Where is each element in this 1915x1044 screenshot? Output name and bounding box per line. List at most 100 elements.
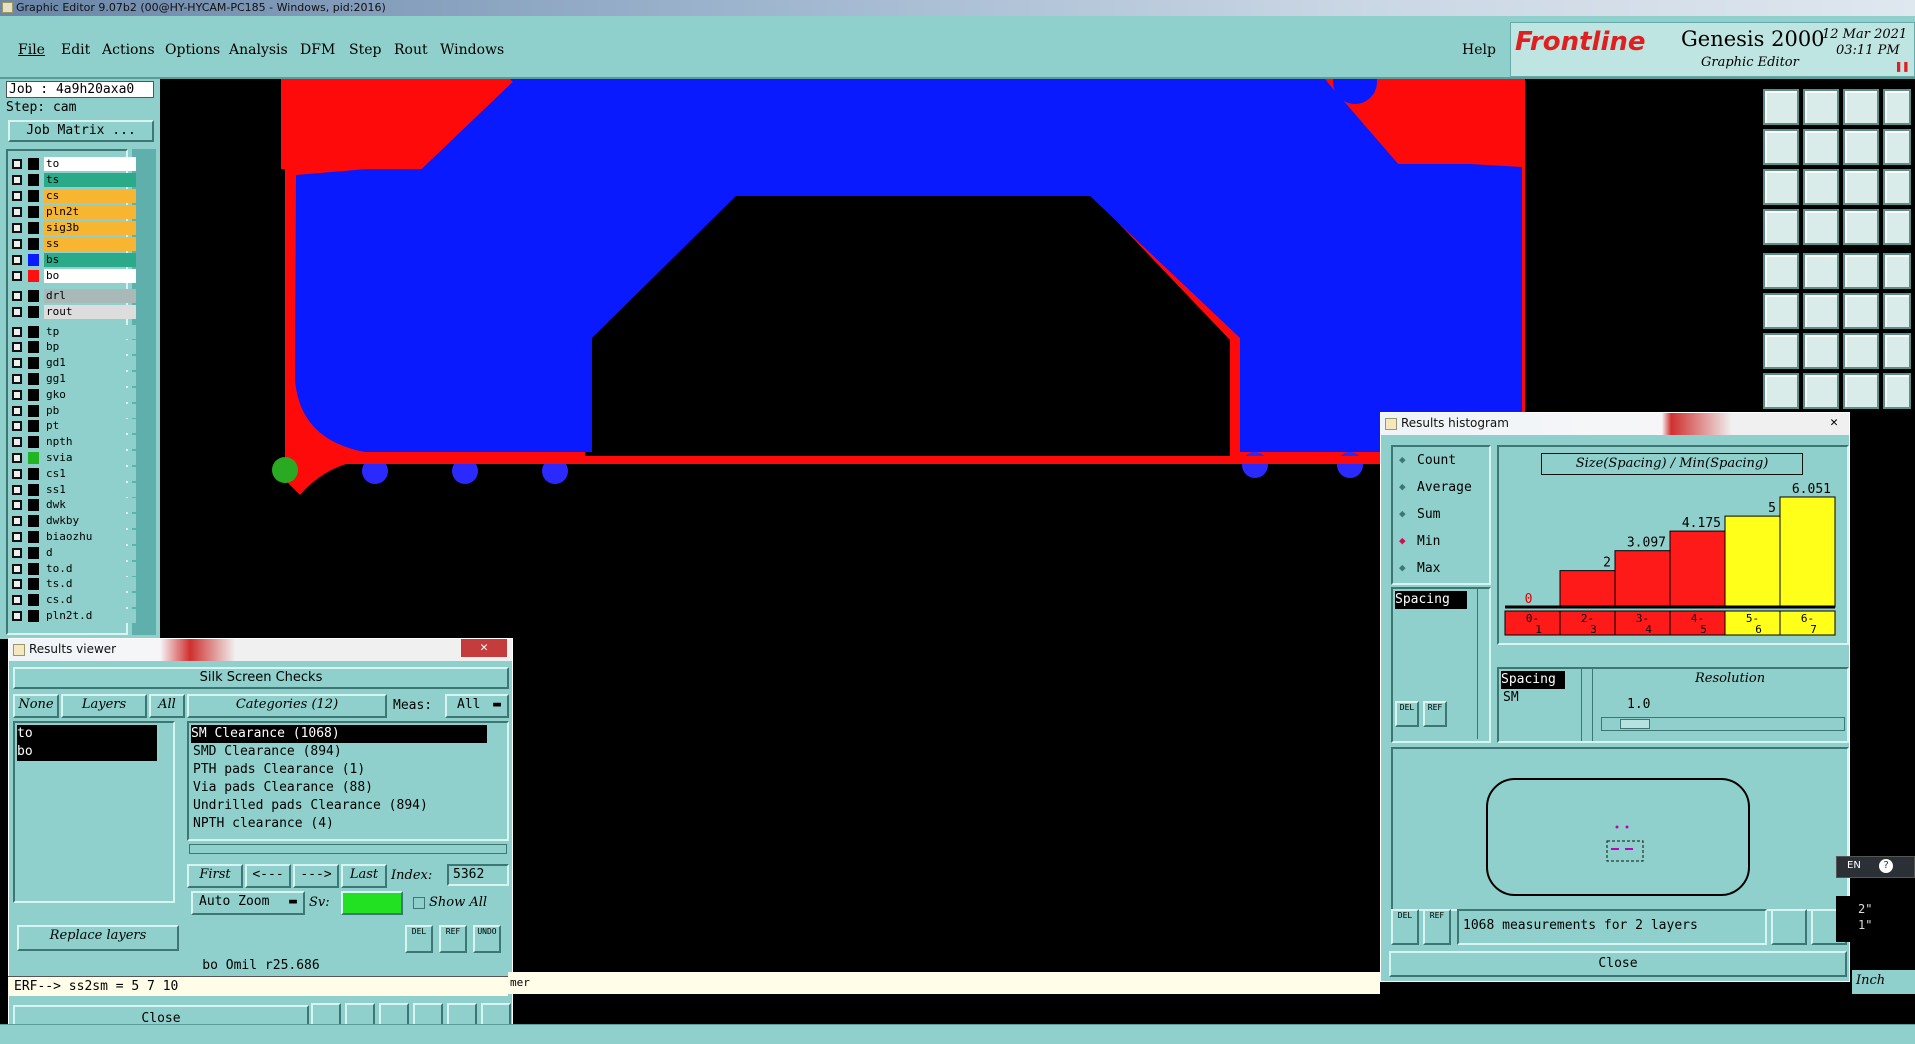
histogram-bar[interactable]: [1669, 530, 1726, 608]
categories-scrollbar[interactable]: [189, 844, 507, 854]
stat-radio-label[interactable]: Sum: [1417, 507, 1440, 522]
layer-color-swatch[interactable]: [28, 531, 39, 543]
close-icon[interactable]: ✕: [461, 639, 507, 657]
layer-row-bs[interactable]: bs: [10, 253, 136, 267]
pause-icon[interactable]: ❚❚: [1895, 59, 1909, 73]
layer-color-swatch[interactable]: [28, 341, 39, 354]
snap-icon[interactable]: [1763, 253, 1799, 289]
histogram-tool-icon[interactable]: [1771, 909, 1807, 945]
window-icon[interactable]: [1883, 89, 1911, 125]
layer-checkbox[interactable]: [12, 291, 22, 301]
next-button[interactable]: --->: [293, 864, 339, 888]
auto-zoom-dropdown[interactable]: Auto Zoom ▬: [191, 891, 305, 915]
layer-checkbox[interactable]: [12, 175, 22, 185]
layer-checkbox[interactable]: [12, 453, 22, 463]
layer-checkbox[interactable]: [12, 389, 22, 400]
category-item[interactable]: SM Clearance (1068): [191, 725, 487, 743]
layers-listbox[interactable]: to bo: [13, 721, 175, 903]
layer-color-swatch[interactable]: [28, 206, 39, 218]
layer-checkbox[interactable]: [12, 326, 22, 337]
stat-radio-icon[interactable]: ◆: [1399, 453, 1406, 466]
layer-row-ts[interactable]: ts: [10, 173, 136, 187]
layer-row-gd1[interactable]: gd1: [10, 356, 136, 371]
first-button[interactable]: First: [187, 864, 243, 888]
menu-help[interactable]: Help: [1462, 40, 1496, 60]
job-matrix-button[interactable]: Job Matrix ...: [8, 120, 154, 142]
del-button[interactable]: DEL: [1391, 909, 1419, 945]
show-all-checkbox[interactable]: [413, 897, 425, 909]
layer-list-item[interactable]: to: [17, 725, 157, 743]
layer-row-bp[interactable]: bp: [10, 340, 136, 355]
layer-color-swatch[interactable]: [28, 254, 39, 266]
layer-checkbox[interactable]: [12, 547, 22, 558]
layer-row-gko[interactable]: gko: [10, 387, 136, 402]
house-icon[interactable]: [1843, 89, 1879, 125]
menu-step[interactable]: Step: [349, 40, 381, 60]
copy-icon[interactable]: [1883, 373, 1911, 409]
layer-checkbox[interactable]: [12, 358, 22, 369]
menu-windows[interactable]: Windows: [440, 40, 504, 60]
stat-radio-icon[interactable]: ◆: [1399, 480, 1406, 493]
layer-row-dwkby[interactable]: dwkby: [10, 514, 136, 529]
stat-radio-icon[interactable]: ◆: [1399, 561, 1406, 574]
stat-radio-icon[interactable]: ◆: [1399, 507, 1406, 520]
layer-checkbox[interactable]: [12, 159, 22, 169]
pan-right-icon[interactable]: [1803, 129, 1839, 165]
bar-icon[interactable]: [1803, 373, 1839, 409]
stat-radio-label[interactable]: Min: [1417, 534, 1440, 549]
layer-color-swatch[interactable]: [28, 388, 39, 401]
menu-dfm[interactable]: DFM: [300, 40, 335, 60]
all-button[interactable]: All: [149, 694, 185, 718]
del-button[interactable]: DEL: [405, 925, 433, 953]
layer-row-pln2t-d[interactable]: pln2t.d: [10, 609, 136, 623]
selection-item[interactable]: SM: [1503, 689, 1519, 707]
layer-checkbox[interactable]: [12, 437, 22, 448]
route-icon[interactable]: [1843, 293, 1879, 329]
menu-options[interactable]: Options: [165, 40, 220, 60]
layer-checkbox[interactable]: [12, 374, 22, 384]
stat-radio-label[interactable]: Max: [1417, 561, 1440, 576]
layer-checkbox[interactable]: [12, 421, 22, 432]
line-icon[interactable]: [1843, 253, 1879, 289]
scale-icon[interactable]: [1843, 169, 1879, 205]
categories-listbox[interactable]: SM Clearance (1068) SMD Clearance (894) …: [187, 721, 509, 841]
drill-icon[interactable]: [1883, 293, 1911, 329]
layer-color-swatch[interactable]: [28, 357, 39, 370]
connect-icon[interactable]: [1763, 293, 1799, 329]
layer-checkbox[interactable]: [12, 532, 22, 542]
pad-icon[interactable]: [1883, 253, 1911, 289]
measure-icon[interactable]: [1763, 209, 1799, 245]
layer-color-swatch[interactable]: [28, 290, 39, 302]
close-icon[interactable]: ✕: [1825, 415, 1843, 431]
none-button[interactable]: None: [13, 694, 59, 718]
layer-color-swatch[interactable]: [28, 452, 39, 464]
toggle-icon[interactable]: [1843, 129, 1879, 165]
last-button[interactable]: Last: [341, 864, 387, 888]
layer-color-swatch[interactable]: [28, 190, 39, 202]
layer-checkbox[interactable]: [12, 611, 22, 621]
measure-list-item[interactable]: Spacing: [1395, 591, 1467, 609]
pan-left-icon[interactable]: [1763, 129, 1799, 165]
layer-row-ss[interactable]: ss: [10, 237, 136, 251]
resolution-slider[interactable]: [1601, 717, 1845, 731]
layer-color-swatch[interactable]: [28, 499, 39, 512]
layer-color-swatch[interactable]: [28, 222, 39, 234]
angle-icon[interactable]: [1763, 333, 1799, 369]
stat-radio-label[interactable]: Average: [1417, 480, 1472, 495]
zoom-icon[interactable]: [1803, 89, 1839, 125]
histogram-bar[interactable]: [1614, 550, 1671, 608]
layer-row-biaozhu[interactable]: biaozhu: [10, 530, 136, 544]
move-icon[interactable]: [1803, 169, 1839, 205]
layer-row-dwk[interactable]: dwk: [10, 498, 136, 513]
layer-checkbox[interactable]: [12, 516, 22, 527]
ref-button[interactable]: REF: [439, 925, 467, 953]
category-item[interactable]: Via pads Clearance (88): [193, 779, 373, 797]
layer-checkbox[interactable]: [12, 468, 22, 479]
layer-color-swatch[interactable]: [28, 270, 39, 282]
close-button[interactable]: Close: [1389, 951, 1847, 977]
menu-edit[interactable]: Edit: [61, 40, 90, 60]
layer-color-swatch[interactable]: [28, 515, 39, 528]
layer-color-swatch[interactable]: [28, 467, 39, 480]
measure-listbox[interactable]: Spacing DEL REF: [1391, 587, 1491, 743]
category-item[interactable]: PTH pads Clearance (1): [193, 761, 365, 779]
